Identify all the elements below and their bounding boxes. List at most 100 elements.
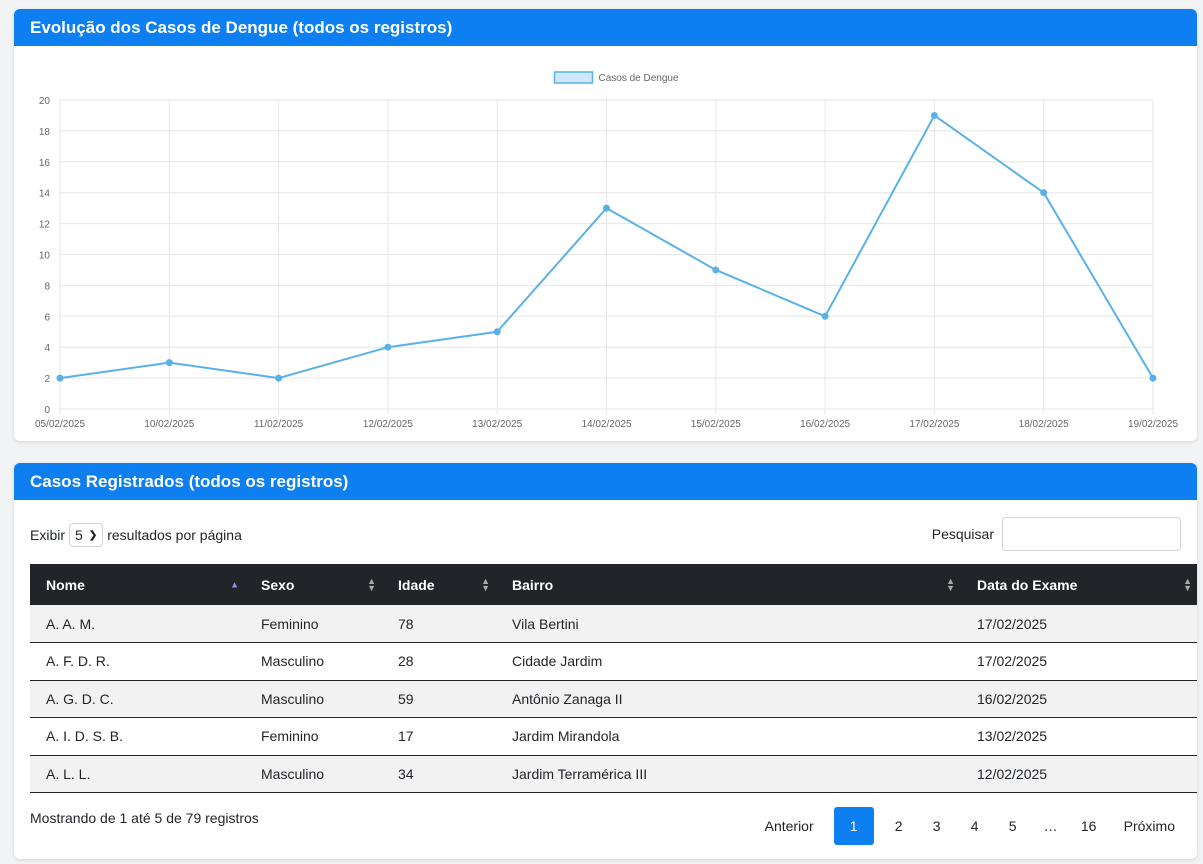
x-tick-label: 11/02/2025 — [254, 419, 304, 430]
table-header-row: Nome ▲ Sexo ▲ ▼ Idade ▲ ▼ Bairro ▲ ▼ Data do Ex… — [30, 564, 1197, 605]
cell-sexo: Masculino — [245, 755, 382, 793]
pagination-page-4[interactable]: 4 — [956, 807, 994, 845]
dengue-line-chart: 0 2 4 6 8 10 12 14 16 18 20 05/02/2025 10/02/2025 11/… — [35, 71, 1178, 430]
page-size-control: Exibir 5 ❯ resultados por página — [30, 523, 242, 547]
table-card: Casos Registrados (todos os registros) E… — [14, 463, 1197, 859]
pagination-previous[interactable]: Anterior — [757, 807, 822, 845]
pagination-next[interactable]: Próximo — [1116, 807, 1183, 845]
table-row[interactable]: A. G. D. C. Masculino 59 Antônio Zanaga … — [30, 680, 1197, 718]
pagination-page-2[interactable]: 2 — [880, 807, 918, 845]
data-point — [493, 328, 501, 336]
y-tick-label: 10 — [39, 251, 51, 262]
legend-swatch — [553, 71, 594, 84]
column-header-idade[interactable]: Idade ▲ ▼ — [382, 564, 496, 605]
data-point — [603, 204, 610, 212]
cell-nome: A. F. D. R. — [30, 642, 245, 681]
cell-data-do-exame: 17/02/2025 — [961, 605, 1197, 643]
table-row[interactable]: A. I. D. S. B. Feminino 17 Jardim Mirand… — [30, 717, 1197, 756]
y-tick-label: 20 — [39, 96, 51, 107]
cell-data-do-exame: 13/02/2025 — [961, 717, 1197, 756]
sort-icon: ▲ ▼ — [481, 575, 490, 593]
chart-card-title: Evolução dos Casos de Dengue (todos os r… — [14, 9, 1197, 46]
pagination-page-3[interactable]: 3 — [918, 807, 956, 845]
cases-table: Nome ▲ Sexo ▲ ▼ Idade ▲ ▼ Bairro ▲ ▼ Data do Ex… — [30, 564, 1197, 793]
x-tick-label: 15/02/2025 — [691, 419, 741, 430]
cell-idade: 28 — [382, 642, 496, 681]
sort-asc-icon: ▲ — [230, 579, 239, 589]
cell-idade: 59 — [382, 680, 496, 718]
cell-sexo: Feminino — [245, 717, 382, 756]
x-tick-label: 19/02/2025 — [1128, 419, 1178, 430]
column-header-nome[interactable]: Nome ▲ — [30, 564, 245, 605]
cell-nome: A. A. M. — [30, 605, 245, 643]
table-info: Mostrando de 1 até 5 de 79 registros — [30, 810, 259, 826]
x-tick-label: 16/02/2025 — [800, 419, 850, 430]
table-row[interactable]: A. A. M. Feminino 78 Vila Bertini 17/02/… — [30, 605, 1197, 643]
search-control: Pesquisar — [932, 517, 1181, 551]
cell-sexo: Feminino — [245, 605, 382, 643]
page-size-value: 5 — [75, 527, 83, 543]
cell-data-do-exame: 16/02/2025 — [961, 680, 1197, 718]
pagination: Anterior 1 2 3 4 5 … 16 Próximo — [757, 807, 1183, 845]
cell-idade: 78 — [382, 605, 496, 643]
search-input[interactable] — [1002, 517, 1181, 551]
cell-bairro: Jardim Terramérica III — [496, 755, 961, 793]
data-point — [1040, 189, 1048, 197]
x-tick-label: 14/02/2025 — [581, 419, 631, 430]
x-tick-label: 05/02/2025 — [35, 419, 85, 430]
x-tick-label: 10/02/2025 — [144, 419, 194, 430]
cell-idade: 17 — [382, 717, 496, 756]
data-point — [930, 111, 938, 119]
pagination-ellipsis: … — [1043, 818, 1058, 834]
y-tick-label: 18 — [39, 127, 51, 138]
table-row[interactable]: A. L. L. Masculino 34 Jardim Terramérica… — [30, 755, 1197, 793]
cell-bairro: Cidade Jardim — [496, 642, 961, 681]
cell-idade: 34 — [382, 755, 496, 793]
page-size-select[interactable]: 5 ❯ — [69, 523, 104, 547]
data-point — [56, 374, 64, 382]
y-tick-label: 4 — [44, 343, 50, 354]
search-label: Pesquisar — [931, 526, 994, 542]
data-point — [821, 312, 829, 320]
y-tick-label: 8 — [44, 281, 50, 292]
y-tick-label: 0 — [44, 405, 50, 416]
cell-bairro: Vila Bertini — [496, 605, 961, 643]
data-point — [712, 266, 720, 274]
show-suffix-label: resultados por página — [107, 527, 242, 543]
pagination-page-1[interactable]: 1 — [833, 807, 874, 845]
cell-data-do-exame: 17/02/2025 — [961, 642, 1197, 681]
y-tick-label: 2 — [44, 374, 50, 385]
show-prefix-label: Exibir — [30, 527, 66, 543]
column-header-sexo[interactable]: Sexo ▲ ▼ — [245, 564, 382, 605]
table-card-title: Casos Registrados (todos os registros) — [14, 463, 1197, 500]
x-tick-label: 17/02/2025 — [909, 419, 959, 430]
cell-nome: A. L. L. — [30, 755, 245, 793]
x-tick-label: 13/02/2025 — [472, 419, 522, 430]
sort-icon: ▲ ▼ — [367, 575, 376, 593]
cell-bairro: Jardim Mirandola — [496, 717, 961, 756]
cell-bairro: Antônio Zanaga II — [496, 680, 961, 718]
pagination-page-16[interactable]: 16 — [1070, 807, 1108, 845]
data-point — [165, 359, 173, 367]
y-tick-label: 6 — [44, 312, 50, 323]
pagination-page-5[interactable]: 5 — [994, 807, 1032, 845]
cell-nome: A. I. D. S. B. — [30, 717, 245, 756]
y-tick-label: 12 — [39, 220, 51, 231]
table-controls: Exibir 5 ❯ resultados por página Pesquis… — [30, 517, 1181, 551]
y-tick-label: 14 — [39, 189, 51, 200]
cell-data-do-exame: 12/02/2025 — [961, 755, 1197, 793]
data-point — [275, 374, 283, 382]
column-header-bairro[interactable]: Bairro ▲ ▼ — [496, 564, 961, 605]
cell-nome: A. G. D. C. — [30, 680, 245, 718]
data-point — [384, 343, 392, 351]
chart-card: Evolução dos Casos de Dengue (todos os r… — [14, 9, 1197, 441]
data-point — [1149, 374, 1157, 382]
sort-icon: ▲ ▼ — [946, 575, 955, 593]
cell-sexo: Masculino — [245, 642, 382, 681]
column-header-data-do-exame[interactable]: Data do Exame ▲ ▼ — [961, 564, 1197, 605]
chevron-down-icon: ❯ — [88, 529, 98, 541]
legend-label: Casos de Dengue — [599, 73, 679, 84]
cell-sexo: Masculino — [245, 680, 382, 718]
y-tick-label: 16 — [39, 158, 51, 169]
table-row[interactable]: A. F. D. R. Masculino 28 Cidade Jardim 1… — [30, 642, 1197, 681]
